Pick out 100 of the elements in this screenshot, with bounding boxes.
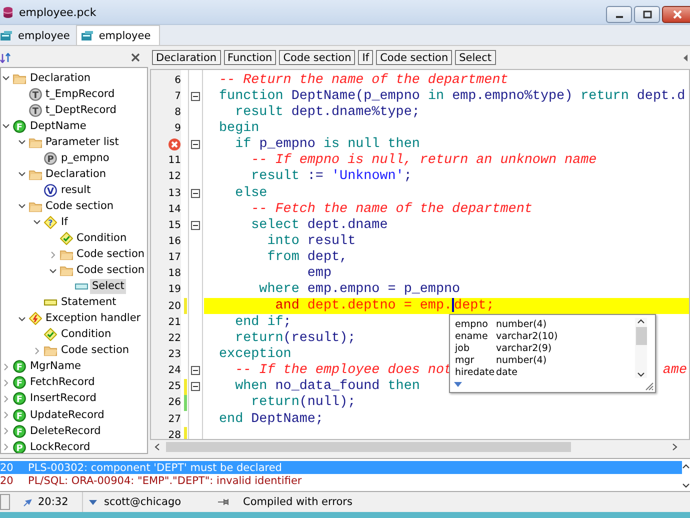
breadcrumb-button[interactable]: Code section [376,50,452,65]
scroll-thumb[interactable] [166,442,571,452]
code-editor[interactable] [150,69,690,440]
code-line: emp [306,266,332,282]
code-line: -- If empno is null, return an unknown name [250,153,597,168]
collapse-icon[interactable] [191,188,200,198]
completion-item[interactable]: empno number(4) [455,318,655,330]
chevron-right-icon[interactable] [48,250,56,259]
tree-item[interactable]: Condition [74,230,129,246]
close-button[interactable] [131,53,140,62]
variable-icon: V [44,184,57,197]
chevron-right-icon[interactable] [2,394,10,403]
code-line: when no_data_found then [234,379,420,394]
scroll-right-icon [672,443,678,451]
breadcrumb-button[interactable]: Code section [279,50,356,65]
minimize-button[interactable] [606,6,632,23]
tree-item[interactable]: DeleteRecord [28,424,103,439]
code-line: exception [219,346,292,362]
collapse-icon[interactable] [191,92,200,101]
chevron-down-icon[interactable] [48,266,56,275]
line-number: 7 [174,90,181,102]
collapse-icon[interactable] [191,366,200,376]
tree-item[interactable]: FetchRecord [28,375,97,390]
chevron-right-icon[interactable] [2,427,10,436]
code-line: if p_empno is null then [234,137,420,152]
breadcrumb-button[interactable]: If [358,50,374,65]
compile-status: Compiled with errors [243,496,352,508]
chevron-down-icon[interactable] [18,314,26,323]
breadcrumb-button[interactable]: Declaration [152,50,221,65]
line-number: 18 [168,268,181,280]
document-tab[interactable]: employee [0,26,76,45]
function-icon: F [13,408,26,422]
scroll-down-icon [637,372,645,378]
chevron-down-icon[interactable] [2,122,10,130]
dropdown-icon [89,500,97,504]
chevron-down-icon[interactable] [18,170,26,178]
tree-item[interactable]: Exception handler [44,311,143,326]
tree-item[interactable]: p_empno [59,150,112,166]
line-number: 21 [168,316,181,328]
tree-item[interactable]: Code section [44,198,116,214]
tree-item[interactable]: UpdateRecord [28,408,106,422]
tree-item[interactable]: Declaration [44,166,108,182]
scroll-left-icon [683,54,688,62]
tree-item[interactable]: Code section [59,343,132,358]
collapse-icon[interactable] [191,140,200,150]
chevron-right-icon[interactable] [2,411,10,419]
document-tab[interactable]: employee [76,25,160,45]
breadcrumb-button[interactable]: Function [224,50,276,65]
code-line: result dept.dname%type; [234,104,420,120]
scrollbar[interactable] [635,318,647,378]
maximize-button[interactable] [634,6,660,23]
tree-item[interactable]: InsertRecord [28,391,98,406]
code-line: result := 'Unknown'; [250,169,412,184]
breadcrumb-button[interactable]: Select [455,50,496,65]
code-line: where emp.empno = p_empno [258,282,460,298]
tree-item[interactable]: Statement [59,295,118,310]
function-icon: F [13,360,26,374]
line-number: 19 [168,284,181,296]
chevron-down-icon[interactable] [18,138,26,146]
line-number: 17 [168,252,181,264]
chevron-right-icon[interactable] [2,443,10,452]
parameter-icon: P [44,152,57,165]
chevron-right-icon[interactable] [2,378,10,387]
message-row[interactable]: 20 PL/SQL: ORA-00904: "EMP"."DEPT": invalid identifier [0,474,682,487]
line-number: 9 [174,122,181,134]
tree-item[interactable]: Declaration [28,70,93,86]
line-number: 22 [168,332,181,344]
completion-item[interactable]: mgr number(4) [455,354,655,367]
tree-item[interactable]: MgrName [28,359,84,374]
tree-item[interactable]: Code section [74,263,147,278]
code-line: end DeptName; [219,412,324,427]
chevron-right-icon[interactable] [33,346,41,355]
collapse-icon[interactable] [191,382,200,392]
function-icon: F [13,392,26,406]
scroll-down-icon [682,483,690,489]
tree-item[interactable]: Select [90,279,126,294]
tree-item[interactable]: LockRecord [28,440,92,453]
chevron-down-icon[interactable] [33,218,41,226]
chevron-down-icon[interactable] [2,74,10,82]
line-number: 11 [168,155,181,166]
completion-item[interactable]: job varchar2(9) [455,342,655,355]
tree-item[interactable]: result [59,182,93,198]
chevron-right-icon[interactable] [2,362,10,371]
line-number: 6 [174,74,181,86]
completion-item[interactable]: hiredate date [455,366,655,379]
tree-item[interactable]: Code section [74,247,147,262]
tree-item[interactable]: DeptName [28,118,88,134]
tree-item[interactable]: Parameter list [44,134,121,150]
collapse-icon[interactable] [191,220,200,230]
tree-item[interactable]: t_EmpRecord [44,86,117,102]
code-line: return(null); [250,395,356,410]
line-number: 12 [168,171,181,182]
completion-item[interactable]: ename varchar2(10) [455,330,655,342]
scroll-thumb[interactable] [636,327,646,345]
tree-item[interactable]: Condition [59,327,114,342]
tree-item[interactable]: If [59,214,70,230]
chevron-down-icon[interactable] [18,202,26,210]
text-cursor [452,298,454,312]
tree-item[interactable]: t_DeptRecord [44,102,118,118]
line-number: 20 [168,300,181,312]
